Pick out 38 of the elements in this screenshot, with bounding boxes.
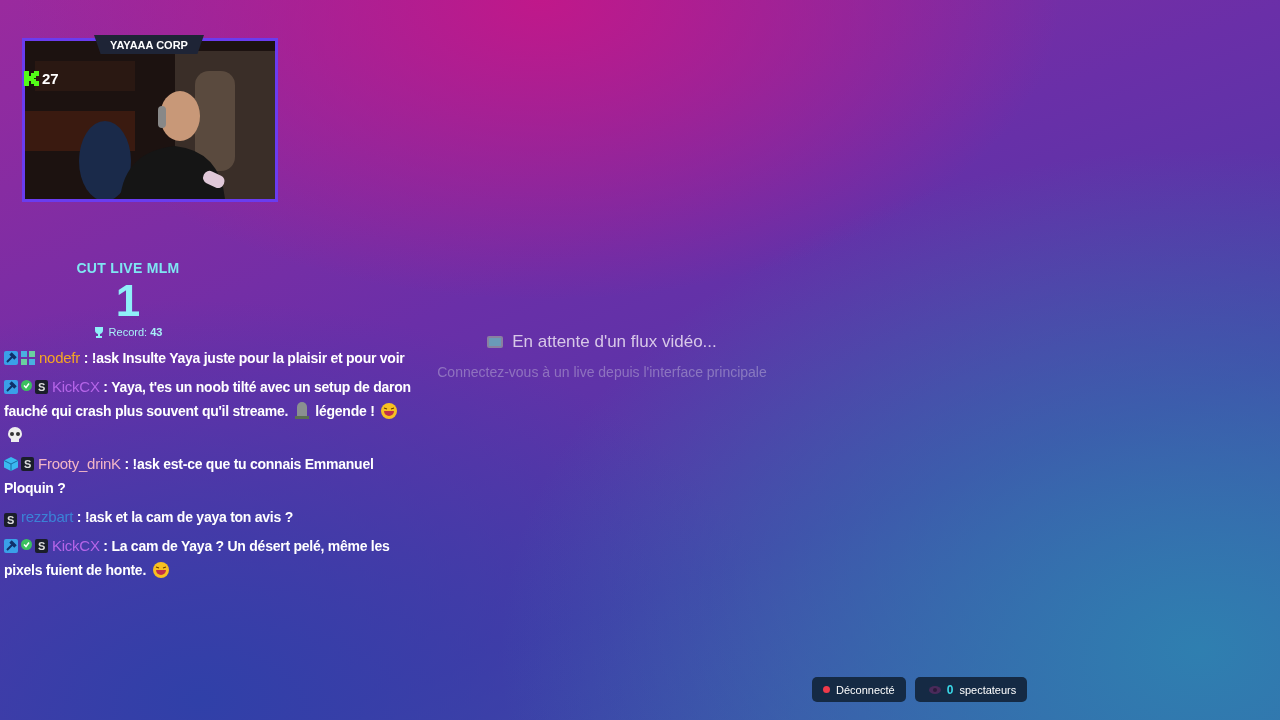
viewers-pill: 0 spectateurs xyxy=(914,677,1028,702)
tombstone-emoji-icon xyxy=(294,401,309,419)
subscriber-badge: S xyxy=(21,457,34,471)
counter-title: CUT LIVE MLM xyxy=(76,260,180,276)
kick-icon xyxy=(24,71,39,86)
chat-username[interactable]: Frooty_drinK xyxy=(38,455,121,472)
chat-message: S rezzbart : !ask et la cam de yaya ton avis ? xyxy=(4,507,294,529)
monitor-icon xyxy=(487,336,504,348)
hammer-badge-icon xyxy=(4,539,18,553)
counter-value: 1 xyxy=(115,276,141,326)
connection-status: Déconnecté xyxy=(812,677,906,702)
chat-message: nodefr : !ask Insulte Yaya juste pour la plaisir et pour voir xyxy=(4,346,414,370)
waiting-title: En attente d'un flux vidéo... xyxy=(512,332,717,352)
chat-username[interactable]: nodefr xyxy=(39,349,81,366)
chat-username[interactable]: KickCX xyxy=(52,537,100,554)
trophy-icon xyxy=(93,326,104,338)
chat-message: S KickCX : Yaya, t'es un noob tilté avec un setup de daron fauché qui crash plus souvent qu'il streame. légende ! xyxy=(4,375,414,447)
eye-icon xyxy=(928,685,941,694)
subscriber-badge: S xyxy=(4,513,17,527)
hammer-badge-icon xyxy=(4,380,18,394)
viewer-count: 27 xyxy=(42,70,59,87)
laughing-emoji-icon xyxy=(381,403,398,419)
subscriber-badge: S xyxy=(35,539,48,553)
chat-username[interactable]: rezzbart xyxy=(21,508,74,525)
skull-emoji-icon xyxy=(7,427,23,443)
record-text: Record: 43 xyxy=(108,326,163,338)
chat-username[interactable]: KickCX xyxy=(52,378,100,395)
waiting-subtitle: Connectez-vous à un live depuis l'interface principale xyxy=(437,364,767,380)
chat-message: S Frooty_drinK : !ask est-ce que tu connais Emmanuel Ploquin ? xyxy=(4,454,375,498)
verified-badge-icon xyxy=(21,539,32,550)
webcam-title: YAYAAA CORP xyxy=(94,35,204,54)
subscriber-badge: S xyxy=(35,380,48,394)
chat-message: S KickCX : La cam de Yaya ? Un désert pelé, même les pixels fuient de honte. xyxy=(4,536,391,580)
grid-badge-icon xyxy=(21,351,35,365)
verified-badge-icon xyxy=(21,380,32,391)
cube-badge-icon xyxy=(4,457,18,471)
laughing-emoji-icon xyxy=(152,562,169,578)
hammer-badge-icon xyxy=(4,351,18,365)
